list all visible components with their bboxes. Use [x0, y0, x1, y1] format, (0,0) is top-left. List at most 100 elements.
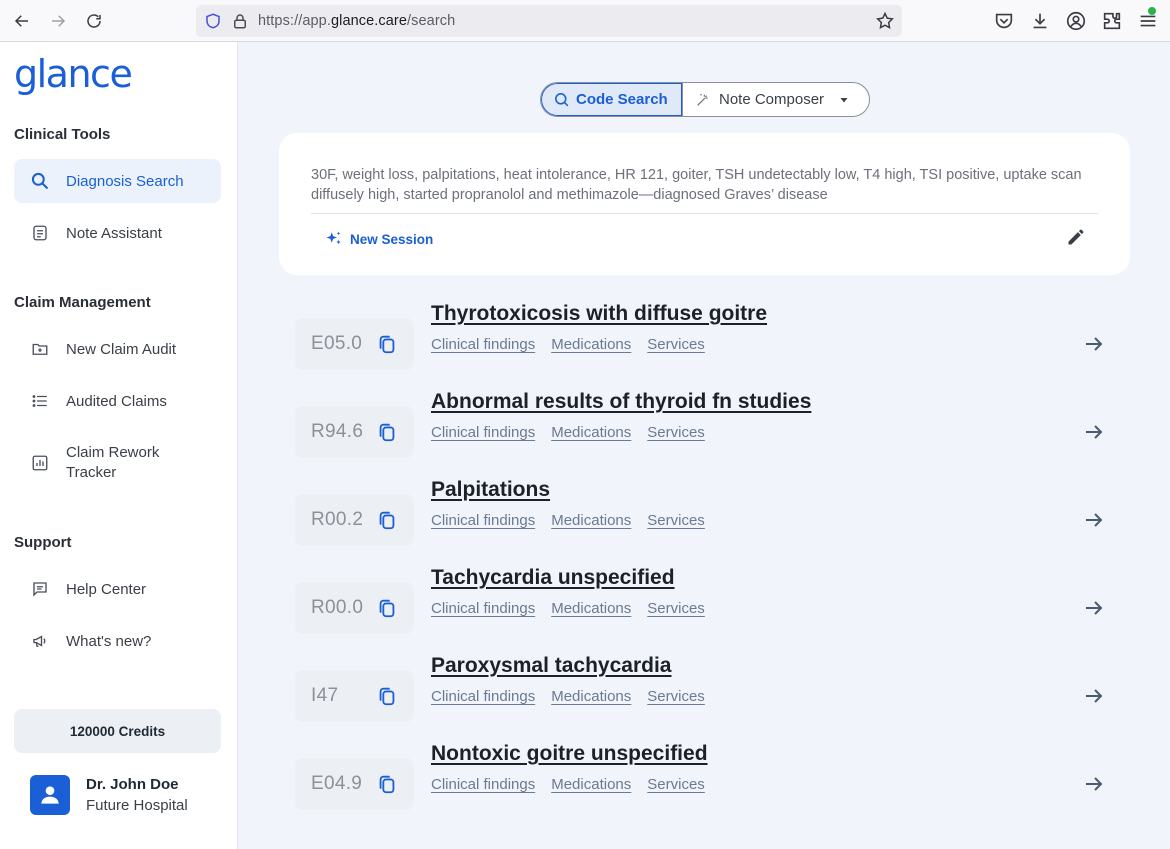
- reload-icon[interactable]: [82, 9, 106, 33]
- copy-icon[interactable]: [376, 509, 398, 531]
- label-line-2: Tracker: [66, 464, 117, 481]
- result-links: Clinical findings Medications Services: [431, 336, 721, 353]
- sidebar-item-audited-claims[interactable]: Audited Claims: [14, 379, 221, 423]
- clinical-findings-link[interactable]: Clinical findings: [431, 512, 535, 529]
- result-title[interactable]: Nontoxic goitre unspecified: [431, 742, 708, 766]
- sidebar-item-label: Help Center: [66, 580, 147, 598]
- medications-link[interactable]: Medications: [551, 336, 631, 353]
- sidebar-item-label: Audited Claims: [66, 392, 167, 410]
- sidebar-item-whats-new[interactable]: What's new?: [14, 619, 221, 663]
- result-links: Clinical findings Medications Services: [431, 776, 721, 793]
- result-row[interactable]: E04.9 Nontoxic goitre unspecified Clinical…: [295, 742, 1115, 822]
- search-icon: [30, 171, 50, 191]
- clinical-findings-link[interactable]: Clinical findings: [431, 424, 535, 441]
- pocket-icon[interactable]: [993, 10, 1015, 32]
- lock-icon[interactable]: [231, 12, 249, 30]
- sidebar-item-claim-rework-tracker[interactable]: Claim Rework Tracker: [14, 437, 221, 489]
- note-composer-label: Note Composer: [719, 91, 825, 108]
- result-title[interactable]: Thyrotoxicosis with diffuse goitre: [431, 302, 767, 326]
- browser-toolbar: https://app.glance.care/search: [0, 0, 1170, 42]
- sidebar-item-label: What's new?: [66, 632, 152, 650]
- sidebar-item-diagnosis-search[interactable]: Diagnosis Search: [14, 159, 221, 203]
- pencil-icon[interactable]: [1066, 227, 1086, 247]
- sidebar: glance Clinical Tools Diagnosis Search N…: [0, 42, 238, 849]
- icd-code: E05.0: [311, 333, 363, 354]
- clinical-findings-link[interactable]: Clinical findings: [431, 776, 535, 793]
- section-claim-management: Claim Management: [14, 294, 151, 311]
- sidebar-item-label: Diagnosis Search: [66, 172, 184, 190]
- sidebar-item-label: Note Assistant: [66, 224, 162, 242]
- result-row[interactable]: E05.0 Thyrotoxicosis with diffuse goitre C…: [295, 302, 1115, 382]
- services-link[interactable]: Services: [647, 688, 705, 705]
- chevron-down-icon: [840, 97, 848, 102]
- code-search-label: Code Search: [576, 91, 668, 108]
- sidebar-item-help-center[interactable]: Help Center: [14, 567, 221, 611]
- divider: [311, 213, 1098, 214]
- result-row[interactable]: R00.0 Tachycardia unspecified Clinical fin…: [295, 566, 1115, 646]
- copy-icon[interactable]: [376, 685, 398, 707]
- result-row[interactable]: R00.2 Palpitations Clinical findings Medica…: [295, 478, 1115, 558]
- code-badge: I47: [295, 670, 414, 722]
- extensions-icon[interactable]: [1101, 10, 1123, 32]
- url-text[interactable]: https://app.glance.care/search: [258, 13, 455, 29]
- copy-icon[interactable]: [376, 773, 398, 795]
- code-badge: R00.0: [295, 582, 414, 634]
- chat-icon: [30, 579, 50, 599]
- sidebar-item-note-assistant[interactable]: Note Assistant: [14, 211, 221, 255]
- avatar[interactable]: [30, 775, 70, 815]
- arrow-right-icon[interactable]: [1082, 508, 1106, 532]
- download-icon[interactable]: [1029, 10, 1051, 32]
- arrow-right-icon[interactable]: [1082, 684, 1106, 708]
- arrow-right-icon[interactable]: [1082, 420, 1106, 444]
- shield-icon[interactable]: [204, 12, 222, 30]
- medications-link[interactable]: Medications: [551, 600, 631, 617]
- services-link[interactable]: Services: [647, 512, 705, 529]
- bookmark-star-icon[interactable]: [875, 11, 895, 31]
- result-title[interactable]: Tachycardia unspecified: [431, 566, 675, 590]
- icd-code: R00.0: [311, 597, 364, 618]
- back-icon[interactable]: [10, 9, 34, 33]
- sidebar-item-label: Claim Rework Tracker: [66, 443, 159, 483]
- icd-code: R00.2: [311, 509, 364, 530]
- result-links: Clinical findings Medications Services: [431, 688, 721, 705]
- copy-icon[interactable]: [376, 333, 398, 355]
- result-row[interactable]: R94.6 Abnormal results of thyroid fn stud…: [295, 390, 1115, 470]
- arrow-right-icon[interactable]: [1082, 332, 1106, 356]
- result-title[interactable]: Paroxysmal tachycardia: [431, 654, 671, 678]
- services-link[interactable]: Services: [647, 600, 705, 617]
- result-title[interactable]: Palpitations: [431, 478, 550, 502]
- icd-code: R94.6: [311, 421, 364, 442]
- result-links: Clinical findings Medications Services: [431, 424, 721, 441]
- medications-link[interactable]: Medications: [551, 776, 631, 793]
- account-icon[interactable]: [1065, 10, 1087, 32]
- query-text[interactable]: 30F, weight loss, palpitations, heat int…: [311, 165, 1101, 205]
- glance-logo[interactable]: glance: [14, 52, 133, 96]
- address-bar[interactable]: https://app.glance.care/search: [196, 5, 902, 37]
- note-composer-button[interactable]: Note Composer: [683, 83, 869, 116]
- arrow-right-icon[interactable]: [1082, 772, 1106, 796]
- clinical-findings-link[interactable]: Clinical findings: [431, 336, 535, 353]
- medications-link[interactable]: Medications: [551, 512, 631, 529]
- medications-link[interactable]: Medications: [551, 688, 631, 705]
- copy-icon[interactable]: [376, 597, 398, 619]
- query-card: 30F, weight loss, palpitations, heat int…: [279, 133, 1130, 275]
- forward-icon[interactable]: [46, 9, 70, 33]
- arrow-right-icon[interactable]: [1082, 596, 1106, 620]
- section-support: Support: [14, 534, 72, 551]
- code-search-button[interactable]: Code Search: [541, 83, 683, 116]
- code-badge: E04.9: [295, 758, 414, 810]
- result-row[interactable]: I47 Paroxysmal tachycardia Clinical findin…: [295, 654, 1115, 734]
- result-links: Clinical findings Medications Services: [431, 600, 721, 617]
- sidebar-item-new-claim-audit[interactable]: New Claim Audit: [14, 327, 221, 371]
- clinical-findings-link[interactable]: Clinical findings: [431, 688, 535, 705]
- clinical-findings-link[interactable]: Clinical findings: [431, 600, 535, 617]
- new-session-button[interactable]: New Session: [325, 230, 433, 248]
- result-title[interactable]: Abnormal results of thyroid fn studies: [431, 390, 811, 414]
- services-link[interactable]: Services: [647, 776, 705, 793]
- copy-icon[interactable]: [376, 421, 398, 443]
- medications-link[interactable]: Medications: [551, 424, 631, 441]
- services-link[interactable]: Services: [647, 424, 705, 441]
- user-icon: [41, 786, 59, 804]
- services-link[interactable]: Services: [647, 336, 705, 353]
- sparkles-icon: [326, 231, 341, 245]
